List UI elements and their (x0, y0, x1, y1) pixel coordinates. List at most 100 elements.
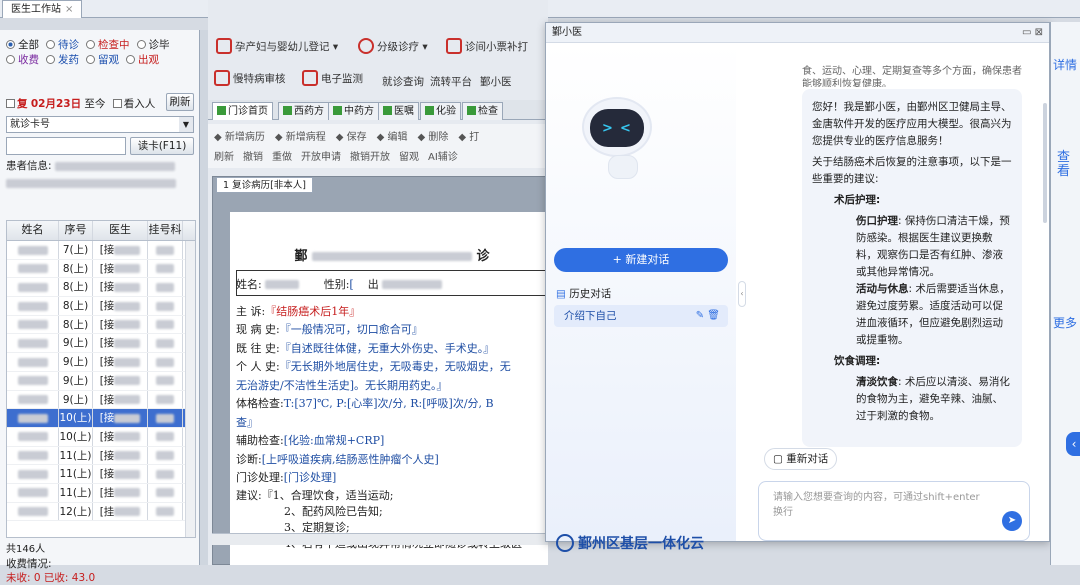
card-number-input[interactable] (6, 137, 126, 155)
card-type-select[interactable]: 就诊卡号 ▼ (6, 116, 194, 133)
date-value[interactable]: 02月23日 (31, 98, 81, 110)
table-row[interactable]: 9(上) [接 (7, 353, 195, 372)
collapse-sidebar-icon[interactable]: ‹ (738, 281, 746, 307)
tab-3[interactable]: 医嘱 (378, 102, 419, 120)
personal-value[interactable]: 『无长期外地居住史，无吸毒史，无吸烟史，无 (280, 360, 511, 373)
details-link[interactable]: 详情 (1053, 56, 1077, 73)
reprint-ticket-button[interactable]: 诊间小票补打 (446, 38, 528, 54)
tab-0[interactable]: 门诊首页 (212, 102, 273, 120)
exam-value-cont[interactable]: 查』 (236, 414, 548, 433)
column-header[interactable]: 姓名 (7, 221, 59, 240)
ai-assistant-button[interactable]: 鄞小医 (480, 74, 512, 89)
table-scrollbar[interactable] (185, 241, 195, 537)
chronic-review-button[interactable]: 慢特病审核 (214, 70, 286, 86)
regenerate-button[interactable]: ▢ 重新对话 (764, 448, 838, 470)
action-删除[interactable]: ◆ 删除 (418, 132, 449, 143)
past-value[interactable]: 『自述既往体健，无重大外伤史、手术史。』 (280, 342, 495, 355)
radio-icon[interactable] (46, 40, 55, 49)
filter-radio-0[interactable]: 全部 (6, 38, 39, 53)
table-row[interactable]: 11(上) [挂 (7, 483, 195, 503)
table-row[interactable]: 8(上) [接 (7, 315, 195, 335)
tab-4[interactable]: 化验 (420, 102, 461, 120)
tab-1[interactable]: 西药方 (278, 102, 329, 120)
aux-value[interactable]: [化验:血常规+CRP] (284, 434, 385, 447)
table-row[interactable]: 8(上) [接 (7, 297, 195, 316)
column-header[interactable]: 挂号科 (148, 221, 183, 240)
radio-icon[interactable] (6, 40, 15, 49)
filter-radio-2[interactable]: 检查中 (86, 38, 130, 53)
action-撤销开放[interactable]: 撤销开放 (350, 152, 390, 163)
send-icon[interactable]: ➤ (1002, 511, 1022, 531)
action-新增病程[interactable]: ◆ 新增病程 (275, 132, 326, 143)
record-page[interactable]: 鄞 诊 姓名: 性别:[ 出 主 诉:『结肠癌术后1年』 现 病 史:『一般情况… (230, 212, 548, 565)
complaint-value[interactable]: 『结肠癌术后1年』 (265, 305, 360, 318)
close-icon[interactable]: × (65, 4, 73, 15)
table-row[interactable]: 11(上) [接 (7, 446, 195, 466)
radio-icon[interactable] (86, 55, 95, 64)
table-row[interactable]: 9(上) [接 (7, 371, 195, 391)
new-chat-button[interactable]: + 新建对话 (554, 248, 728, 272)
table-row[interactable]: 10(上) [接 (7, 427, 195, 447)
filter-radio-3[interactable]: 诊毕 (136, 38, 170, 53)
personal-value-cont[interactable]: 无治游史/不洁性生活史]。无长期用药史。』 (236, 377, 548, 396)
action-重做[interactable]: 重做 (272, 152, 292, 163)
table-row[interactable]: 12(上) [挂 (7, 502, 195, 522)
tab-2[interactable]: 中药方 (328, 102, 379, 120)
history-item[interactable]: 介绍下自己 ✎ 🗑 (554, 305, 728, 327)
table-row[interactable]: 11(上) [接 (7, 465, 195, 484)
watch-checkbox[interactable] (112, 99, 122, 108)
action-编辑[interactable]: ◆ 编辑 (377, 132, 408, 143)
more-link[interactable]: 更多 (1053, 314, 1077, 331)
radio-icon[interactable] (6, 55, 15, 64)
record-tab[interactable]: 1 复诊病历[非本人] (216, 177, 313, 193)
window-controls-icon[interactable]: ▭ ⊠ (1022, 23, 1043, 43)
advice-line[interactable]: 3、定期复诊; (236, 521, 350, 534)
chat-scrollbar[interactable] (1043, 103, 1047, 223)
visit-query-button[interactable]: 就诊查询 (382, 74, 424, 89)
edit-delete-icons[interactable]: ✎ 🗑 (696, 305, 720, 327)
filter-radio-6[interactable]: 留观 (86, 53, 119, 68)
view-link-2[interactable]: 看 (1057, 160, 1070, 179)
column-header[interactable]: 序号 (59, 221, 93, 240)
table-row[interactable]: 10(上) [接 (7, 409, 195, 428)
action-保存[interactable]: ◆ 保存 (336, 132, 367, 143)
diagnosis-value[interactable]: [上呼吸道疾病,结肠恶性肿瘤个人史] (262, 453, 439, 466)
table-row[interactable]: 8(上) [接 (7, 278, 195, 298)
refresh-button[interactable]: 刷新 (166, 93, 194, 111)
document-hscrollbar[interactable] (212, 533, 548, 545)
treatment-value[interactable]: [门诊处理] (284, 471, 337, 484)
column-header[interactable]: 医生 (93, 221, 148, 240)
transfer-platform-button[interactable]: 流转平台 (430, 74, 472, 89)
table-row[interactable]: 9(上) [接 (7, 390, 195, 410)
advice-line[interactable]: 『1、合理饮食，适当运动; (262, 489, 394, 502)
filter-radio-4[interactable]: 收费 (6, 53, 39, 68)
advice-line[interactable]: 2、配药风险已告知; (236, 505, 383, 518)
filter-radio-1[interactable]: 待诊 (46, 38, 79, 53)
read-card-button[interactable]: 读卡(F11) (130, 137, 194, 155)
radio-icon[interactable] (126, 55, 135, 64)
present-value[interactable]: 『一般情况可，切口愈合可』 (280, 323, 423, 336)
table-row[interactable]: 9(上) [接 (7, 334, 195, 354)
action-刷新[interactable]: 刷新 (214, 152, 234, 163)
radio-icon[interactable] (46, 55, 55, 64)
action-新增病历[interactable]: ◆ 新增病历 (214, 132, 265, 143)
action-撤销[interactable]: 撤销 (243, 152, 263, 163)
date-checkbox[interactable] (6, 99, 15, 108)
action-开放申请[interactable]: 开放申请 (301, 152, 341, 163)
exam-value[interactable]: T:[37]℃, P:[心率]次/分, R:[呼吸]次/分, B (284, 397, 494, 410)
chevron-down-icon[interactable]: ▼ (179, 117, 193, 132)
table-row[interactable]: 8(上) [接 (7, 259, 195, 279)
action-留观[interactable]: 留观 (399, 152, 419, 163)
chat-input[interactable]: 请输入您想要查询的内容，可通过shift+enter换行 (758, 481, 1030, 541)
filter-radio-7[interactable]: 出观 (126, 53, 159, 68)
action-打[interactable]: ◆ 打 (458, 132, 479, 143)
panel-splitter[interactable] (200, 30, 208, 565)
radio-icon[interactable] (136, 40, 146, 49)
tab-5[interactable]: 检查 (462, 102, 503, 120)
table-row[interactable]: 7(上) [接 (7, 241, 195, 260)
action-AI辅诊[interactable]: AI辅诊 (428, 152, 458, 163)
radio-icon[interactable] (86, 40, 95, 49)
expand-panel-icon[interactable]: ‹ (1066, 432, 1080, 456)
e-monitor-button[interactable]: 电子监测 (302, 70, 363, 86)
filter-radio-5[interactable]: 发药 (46, 53, 79, 68)
